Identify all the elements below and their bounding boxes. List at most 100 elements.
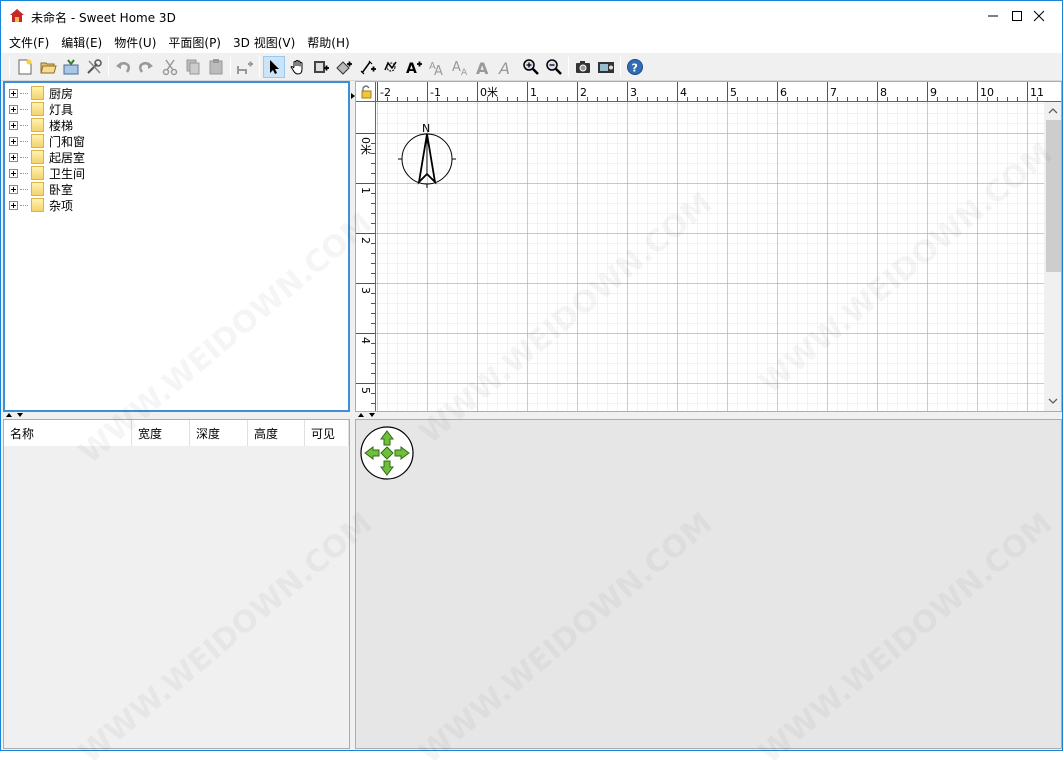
italic-button[interactable]: A [495,56,517,78]
y-ruler-label: 2 [359,237,372,244]
increase-text-size-button[interactable]: AA [426,56,448,78]
plan-view[interactable]: -2 -1 0米 1 2 3 4 5 6 7 8 9 10 11 0米 1 2 3 4 5 N [355,81,1062,412]
create-photo-button[interactable] [572,56,594,78]
menu-file[interactable]: 文件(F) [3,32,55,53]
zoom-in-button[interactable] [520,56,542,78]
create-walls-button[interactable] [310,56,332,78]
catalog-category-doors-windows[interactable]: 门和窗 [9,133,85,149]
create-walls-icon [314,61,329,73]
toolbar-separator [9,57,10,77]
expand-icon[interactable] [9,200,18,210]
expand-icon[interactable] [9,184,18,194]
cut-button[interactable] [159,56,181,78]
close-icon [1033,10,1045,22]
x-ruler-label: -1 [430,86,441,99]
3d-view[interactable] [355,419,1062,749]
y-ruler-label: 0米 [359,137,372,155]
zoom-out-button[interactable] [543,56,565,78]
decrease-text-size-button[interactable]: AA [449,56,471,78]
close-button[interactable] [1016,1,1062,31]
column-header-width[interactable]: 宽度 [132,420,190,446]
paste-button[interactable] [205,56,227,78]
expand-icon[interactable] [9,104,18,114]
bold-button[interactable]: A [472,56,494,78]
splitter-arrows-icon[interactable] [5,412,25,418]
help-button[interactable]: ? [624,56,646,78]
cut-icon [162,59,178,76]
folder-icon [31,118,44,132]
create-rooms-button[interactable] [333,56,355,78]
preferences-button[interactable] [83,56,105,78]
create-dimensions-icon [360,60,376,75]
copy-button[interactable] [182,56,204,78]
menu-plan[interactable]: 平面图(P) [162,32,227,53]
x-ruler-label: 7 [830,86,837,99]
folder-icon [31,198,44,212]
expand-icon[interactable] [9,88,18,98]
open-button[interactable] [37,56,59,78]
catalog-category-misc[interactable]: 杂项 [9,197,73,213]
open-icon [40,62,57,74]
plan-canvas[interactable]: -2 -1 0米 1 2 3 4 5 6 7 8 9 10 11 0米 1 2 3 4 5 N [356,82,1062,412]
menu-help[interactable]: 帮助(H) [301,32,355,53]
decrease-text-size-icon: AA [452,60,468,76]
ruler-corner-lock-icon[interactable] [360,85,372,99]
svg-text:A: A [476,59,489,76]
svg-text:A: A [434,64,443,76]
catalog-category-lights[interactable]: 灯具 [9,101,73,117]
y-ruler-label: 4 [359,337,372,344]
category-label: 卫生间 [49,166,86,181]
menu-edit[interactable]: 编辑(E) [55,32,108,53]
app-window: 未命名 - Sweet Home 3D 文件(F) 编辑(E) 物件(U) 平面… [0,0,1063,771]
preferences-icon [87,59,102,74]
column-header-height[interactable]: 高度 [248,420,305,446]
splitter-arrows-icon[interactable] [357,412,377,418]
x-ruler-label: 4 [680,86,687,99]
catalog-category-stairs[interactable]: 楼梯 [9,117,73,133]
column-header-depth[interactable]: 深度 [190,420,248,446]
title-bar[interactable]: 未命名 - Sweet Home 3D [1,1,1062,31]
x-ruler-label: 6 [780,86,787,99]
pan-mode-button[interactable] [287,56,309,78]
plan-scrollbar-thumb[interactable] [1046,120,1061,272]
expand-icon[interactable] [9,120,18,130]
folder-icon [31,150,44,164]
x-ruler [356,82,1061,102]
expand-icon[interactable] [9,152,18,162]
column-header-name[interactable]: 名称 [4,420,132,446]
furniture-catalog-tree[interactable]: 厨房 灯具 楼梯 门和窗 起居室 卫生间 卧室 杂项 [3,81,350,412]
navigation-arrows-icon[interactable] [359,423,415,483]
category-label: 门和窗 [49,134,86,149]
svg-text:A: A [452,60,461,75]
menu-furniture[interactable]: 物件(U) [108,32,162,53]
svg-text:A: A [406,61,417,76]
expand-icon[interactable] [9,136,18,146]
create-video-button[interactable] [595,56,617,78]
save-button[interactable] [60,56,82,78]
add-text-button[interactable]: A [403,56,425,78]
add-text-icon: A [406,61,422,76]
left-splitter[interactable] [3,412,350,419]
column-header-visible[interactable]: 可见 [305,420,349,446]
category-label: 卧室 [49,182,74,197]
new-home-button[interactable] [14,56,36,78]
furniture-table[interactable]: 名称 宽度 深度 高度 可见 [3,419,350,749]
create-rooms-icon [336,61,352,75]
toolbar-separator [620,57,621,77]
folder-icon [31,134,44,148]
catalog-category-bathroom[interactable]: 卫生间 [9,165,85,181]
create-polylines-button[interactable] [380,56,402,78]
compass-north-label: N [422,122,430,135]
catalog-category-kitchen[interactable]: 厨房 [9,85,73,101]
catalog-category-bedroom[interactable]: 卧室 [9,181,73,197]
create-dimensions-button[interactable] [357,56,379,78]
menu-3d-view[interactable]: 3D 视图(V) [227,32,301,53]
pan-mode-icon [290,60,303,75]
select-mode-button[interactable] [263,56,285,78]
undo-button[interactable] [112,56,134,78]
add-furniture-button[interactable] [234,56,256,78]
right-splitter[interactable] [355,412,1062,419]
redo-button[interactable] [135,56,157,78]
catalog-category-living-room[interactable]: 起居室 [9,149,85,165]
expand-icon[interactable] [9,168,18,178]
